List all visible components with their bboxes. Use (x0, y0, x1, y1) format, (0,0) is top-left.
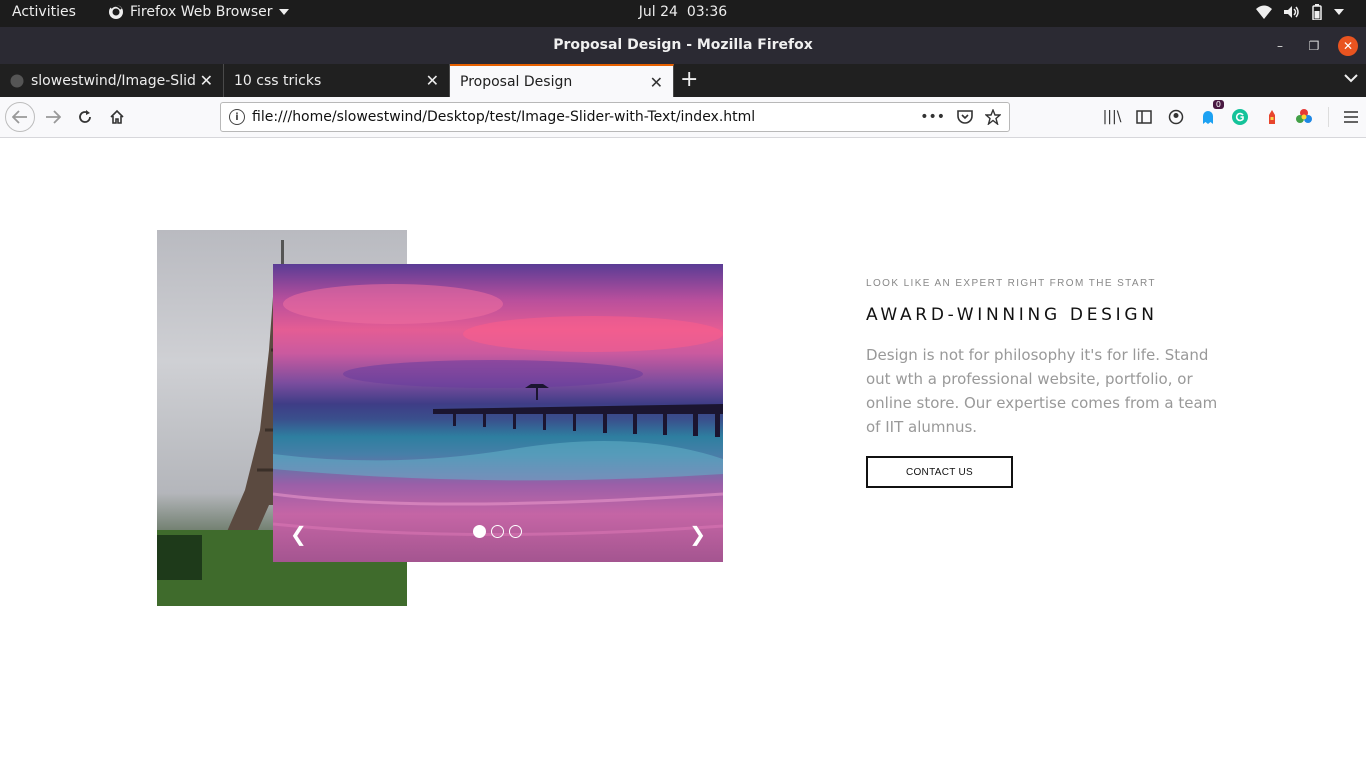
tab-strip: slowestwind/Image-Slide ✕ 10 css tricks … (0, 64, 1366, 97)
page-viewport: ❮ ❯ LOOK LIKE AN EXPERT RIGHT FROM THE S… (0, 138, 1366, 768)
page-actions-icon[interactable]: ••• (920, 109, 945, 125)
sidebar-button[interactable] (1134, 107, 1154, 127)
list-all-tabs-button[interactable] (1344, 71, 1358, 87)
activities-button[interactable]: Activities (12, 4, 76, 20)
body-text: Design is not for philosophy it's for li… (866, 346, 1218, 436)
close-window-button[interactable]: ✕ (1338, 36, 1358, 56)
account-button[interactable] (1166, 107, 1186, 127)
navigation-toolbar: i file:///home/slowestwind/Desktop/test/… (0, 97, 1366, 138)
chevron-down-icon (1334, 9, 1344, 15)
forward-button[interactable] (39, 103, 67, 131)
plus-icon: + (680, 67, 699, 92)
chevron-down-icon (1344, 74, 1358, 83)
slider-dot-3[interactable] (509, 525, 522, 538)
tab-label: Proposal Design (460, 73, 573, 90)
tab-github[interactable]: slowestwind/Image-Slide ✕ (0, 64, 224, 97)
window-title-bar: Proposal Design - Mozilla Firefox – ❐ ✕ (0, 27, 1366, 64)
site-info-icon[interactable]: i (229, 109, 245, 125)
pocket-icon[interactable] (957, 110, 973, 124)
maximize-icon: ❐ (1308, 39, 1320, 53)
hamburger-menu-icon (1343, 111, 1358, 123)
url-text[interactable]: file:///home/slowestwind/Desktop/test/Im… (252, 109, 920, 125)
extension-color-button[interactable] (1294, 107, 1314, 127)
firefox-icon (109, 4, 123, 19)
tab-label: 10 css tricks (234, 72, 322, 89)
beach-pier-sunset-image (273, 284, 723, 537)
clock-date: Jul 24 (638, 4, 678, 20)
arrow-left-icon (12, 110, 27, 124)
back-button[interactable] (5, 102, 35, 132)
grammarly-icon (1232, 109, 1248, 125)
contact-us-button[interactable]: CONTACT US (866, 456, 1013, 488)
hero-text-block: LOOK LIKE AN EXPERT RIGHT FROM THE START… (866, 278, 1226, 488)
close-icon: ✕ (1342, 39, 1354, 53)
battery-icon (1312, 4, 1322, 20)
extension-badge: 0 (1212, 100, 1224, 109)
volume-icon (1284, 6, 1299, 18)
close-tab-icon[interactable]: ✕ (200, 71, 213, 90)
tab-proposal-design[interactable]: Proposal Design ✕ (450, 64, 674, 97)
arrow-right-icon (46, 110, 61, 124)
slider-dot-1[interactable] (473, 525, 486, 538)
extension-puzzle-icon (1269, 110, 1275, 124)
slider-next-button[interactable]: ❯ (689, 522, 706, 546)
window-title: Proposal Design - Mozilla Firefox (553, 37, 813, 53)
app-menu-label: Firefox Web Browser (130, 4, 273, 20)
new-tab-button[interactable]: + (680, 67, 698, 92)
tab-label: slowestwind/Image-Slide (31, 72, 196, 89)
github-icon (10, 74, 24, 87)
minimize-icon: – (1277, 39, 1283, 53)
image-slider[interactable]: ❮ ❯ (273, 264, 723, 562)
reload-button[interactable] (71, 103, 99, 131)
reload-icon (79, 110, 91, 123)
extension-red-button[interactable] (1262, 107, 1282, 127)
home-icon (110, 109, 124, 124)
color-wheel-icon (1296, 109, 1312, 123)
maximize-button[interactable]: ❐ (1304, 36, 1324, 56)
sidebar-icon (1136, 110, 1152, 124)
tab-css-tricks[interactable]: 10 css tricks ✕ (224, 64, 450, 97)
system-tray[interactable] (1256, 4, 1344, 20)
library-icon: |||\ (1102, 109, 1122, 125)
chevron-down-icon (278, 9, 289, 15)
slider-prev-button[interactable]: ❮ (290, 522, 307, 546)
headline: AWARD-WINNING DESIGN (866, 305, 1158, 325)
slider-dots (473, 525, 522, 538)
bookmark-star-icon[interactable] (985, 109, 1001, 125)
home-button[interactable] (103, 103, 131, 131)
library-button[interactable]: |||\ (1102, 107, 1122, 127)
minimize-button[interactable]: – (1270, 36, 1290, 56)
extension-grammarly-button[interactable] (1230, 107, 1250, 127)
extension-ghostery-button[interactable]: 0 (1198, 100, 1224, 127)
url-bar[interactable]: i file:///home/slowestwind/Desktop/test/… (220, 102, 1010, 132)
account-icon (1168, 109, 1184, 125)
close-tab-icon[interactable]: ✕ (650, 73, 663, 92)
wifi-icon (1256, 5, 1272, 19)
eyebrow-text: LOOK LIKE AN EXPERT RIGHT FROM THE START (866, 278, 1156, 289)
app-menu[interactable]: Firefox Web Browser (108, 4, 289, 20)
ghost-extension-icon (1203, 111, 1213, 124)
clock-time: 03:36 (686, 4, 728, 20)
slider-dot-2[interactable] (491, 525, 504, 538)
close-tab-icon[interactable]: ✕ (426, 71, 439, 90)
system-top-bar: Activities Firefox Web Browser Jul 24 03… (0, 0, 1366, 27)
menu-button[interactable] (1328, 107, 1360, 127)
